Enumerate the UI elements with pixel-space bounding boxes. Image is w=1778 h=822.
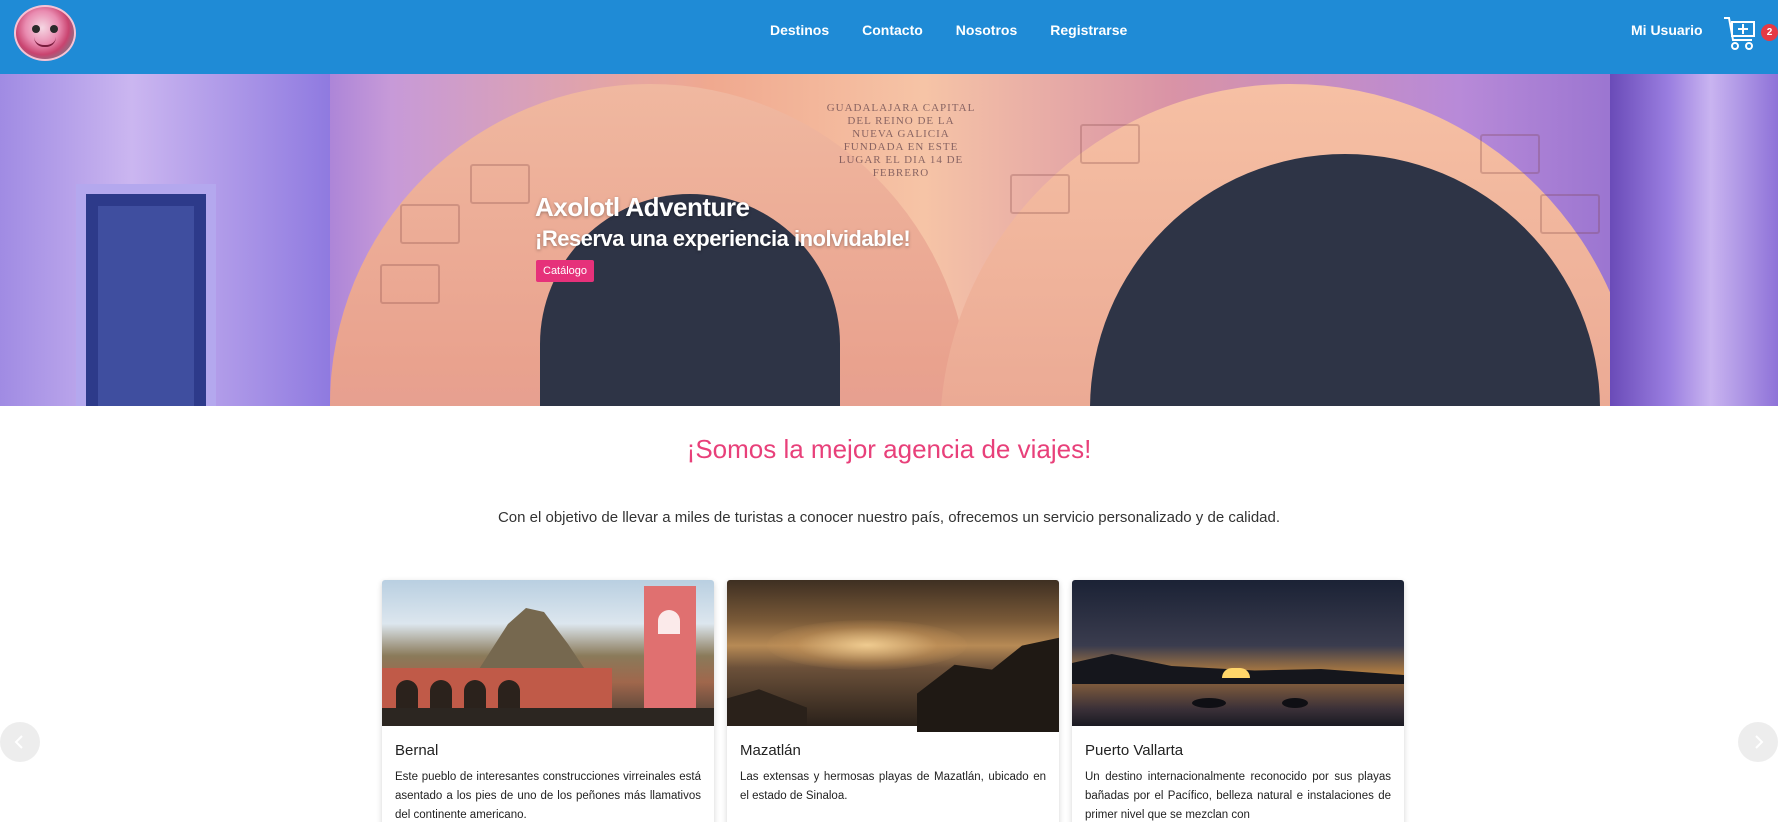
card-title: Bernal <box>395 742 439 759</box>
chevron-left-icon <box>14 735 23 749</box>
card-description: Un destino internacionalmente reconocido… <box>1085 771 1391 821</box>
hero-right-column <box>1610 74 1778 406</box>
catalog-button[interactable]: Catálogo <box>536 260 595 282</box>
hero-window <box>76 184 216 406</box>
cart-count-badge: 2 <box>1761 24 1778 41</box>
carousel-next-button[interactable] <box>1738 722 1778 762</box>
nav-link-contacto[interactable]: Contacto <box>862 22 923 38</box>
card-title: Puerto Vallarta <box>1085 742 1184 759</box>
destination-image-puerto-vallarta <box>1072 580 1404 726</box>
intro-text: Con el objetivo de llevar a miles de tur… <box>497 509 1281 526</box>
destination-image-bernal <box>382 580 714 726</box>
logo-eye-left <box>32 25 40 33</box>
hero-subtitle: ¡Reserva una experiencia inolvidable! <box>535 226 911 251</box>
nav-link-nosotros[interactable]: Nosotros <box>956 22 1017 38</box>
cart-add-icon[interactable] <box>1722 14 1758 52</box>
card-description: Este pueblo de interesantes construccion… <box>395 771 701 821</box>
logo-smile <box>34 37 56 47</box>
hero-inscription: GUADALAJARA CAPITAL DEL REINO DE LA NUEV… <box>826 102 976 179</box>
destination-image-mazatlan <box>727 580 1059 732</box>
destination-card-puerto-vallarta[interactable]: Puerto Vallarta Un destino internacional… <box>1072 580 1404 822</box>
cart-add-icon-svg <box>1724 17 1755 50</box>
user-account-link[interactable]: Mi Usuario <box>1631 22 1703 38</box>
nav-link-registrarse[interactable]: Registrarse <box>1050 22 1127 38</box>
card-description: Las extensas y hermosas playas de Mazatl… <box>740 771 1046 802</box>
carousel-prev-button[interactable] <box>0 722 40 762</box>
navbar: Destinos Contacto Nosotros Registrarse M… <box>0 0 1778 74</box>
destination-card-bernal[interactable]: Bernal Este pueblo de interesantes const… <box>382 580 714 822</box>
hero-title: Axolotl Adventure <box>535 192 750 222</box>
card-title: Mazatlán <box>740 742 801 759</box>
page-headline: ¡Somos la mejor agencia de viajes! <box>686 434 1092 464</box>
chevron-right-icon <box>1755 735 1764 749</box>
nav-link-destinos[interactable]: Destinos <box>770 22 829 38</box>
hero-banner: GUADALAJARA CAPITAL DEL REINO DE LA NUEV… <box>0 74 1778 406</box>
axolotl-logo[interactable] <box>14 5 76 61</box>
destination-card-mazatlan[interactable]: Mazatlán Las extensas y hermosas playas … <box>727 580 1059 822</box>
main-nav: Destinos Contacto Nosotros Registrarse <box>770 22 1160 38</box>
logo-eye-right <box>50 25 58 33</box>
